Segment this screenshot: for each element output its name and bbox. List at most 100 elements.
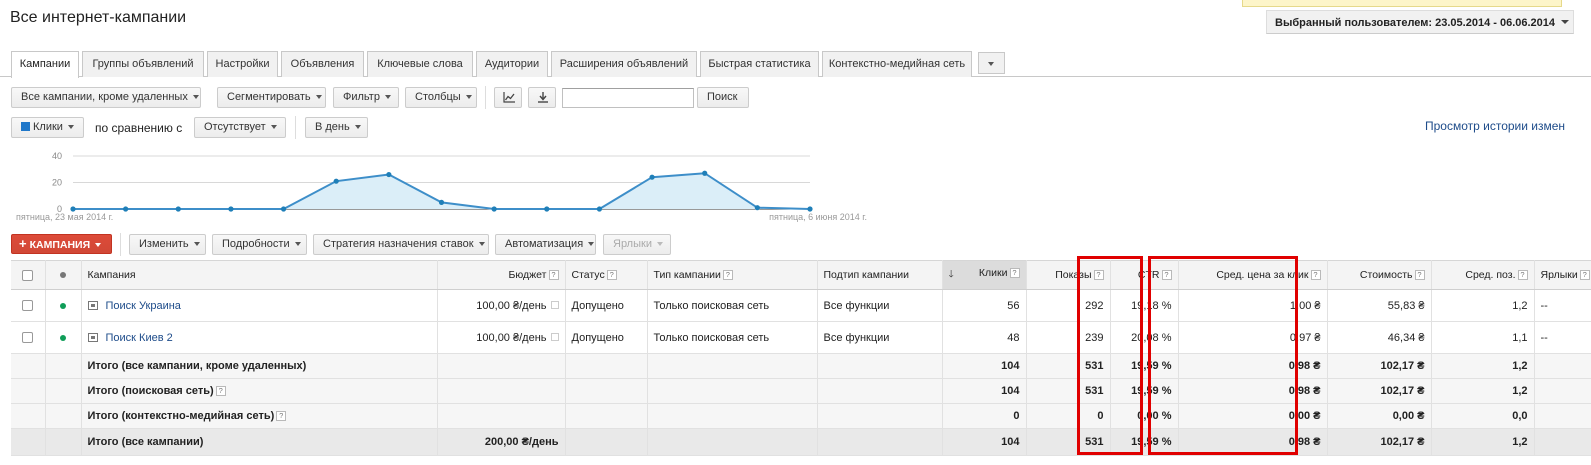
col-impressions-label: Показы xyxy=(1055,269,1092,281)
campaign-filter-label: Все кампании, кроме удаленных xyxy=(21,91,188,103)
help-icon[interactable]: ? xyxy=(1310,270,1321,280)
campaign-filter-dropdown[interactable]: Все кампании, кроме удаленных xyxy=(11,87,201,108)
details-label: Подробности xyxy=(222,238,290,250)
budget-value: 100,00 ₴/день xyxy=(476,299,547,312)
data-point[interactable] xyxy=(649,174,655,180)
chevron-down-icon xyxy=(354,125,361,130)
campaign-link[interactable]: Поиск Украина xyxy=(106,300,181,312)
total-ctr: 19,59 % xyxy=(1110,353,1179,379)
compare-dropdown[interactable]: Отсутствует xyxy=(194,117,286,138)
automate-dropdown[interactable]: Автоматизация xyxy=(495,234,596,255)
select-all-checkbox[interactable] xyxy=(22,269,34,281)
tab-ad-extensions[interactable]: Расширения объявлений xyxy=(551,51,697,77)
clicks-cell: 56 xyxy=(942,289,1027,322)
add-campaign-button[interactable]: + КАМПАНИЯ xyxy=(11,234,112,254)
download-button[interactable] xyxy=(528,87,556,108)
data-point[interactable] xyxy=(754,205,760,211)
segment-dropdown[interactable]: Сегментировать xyxy=(217,87,326,108)
total-budget: 200,00 ₴/день xyxy=(437,428,566,456)
type-cell: Только поисковая сеть xyxy=(647,289,818,322)
empty-cell xyxy=(817,428,943,456)
total-label: Итого (все кампании, кроме удаленных) xyxy=(81,353,438,379)
total-avg-pos: 1,2 xyxy=(1431,353,1535,379)
tab-display-network[interactable]: Контекстно-медийная сеть xyxy=(822,51,972,77)
metric-dropdown[interactable]: Клики xyxy=(11,117,84,138)
row-status-cell[interactable] xyxy=(45,289,82,322)
tab-ad-groups[interactable]: Группы объявлений xyxy=(82,51,204,77)
col-campaign[interactable]: Кампания xyxy=(81,260,438,290)
labels-label: Ярлыки xyxy=(613,238,652,250)
help-icon[interactable]: ? xyxy=(1161,270,1172,280)
data-point[interactable] xyxy=(807,206,813,212)
tab-keywords[interactable]: Ключевые слова xyxy=(367,51,473,77)
status-dot-header[interactable] xyxy=(45,260,82,290)
row-status-cell[interactable] xyxy=(45,321,82,354)
tab-quick-stats[interactable]: Быстрая статистика xyxy=(700,51,819,77)
y-tick-label: 40 xyxy=(52,151,62,161)
data-point[interactable] xyxy=(491,206,497,212)
date-range-picker[interactable]: Выбранный пользователем: 23.05.2014 - 06… xyxy=(1266,10,1574,34)
col-ctr[interactable]: CTR? xyxy=(1110,260,1179,290)
budget-cell[interactable]: 100,00 ₴/день xyxy=(437,321,566,354)
data-point[interactable] xyxy=(702,170,708,176)
tab-campaigns[interactable]: Кампании xyxy=(11,51,79,78)
col-cost[interactable]: Стоимость? xyxy=(1327,260,1432,290)
change-history-link[interactable]: Просмотр истории измен xyxy=(1425,119,1565,133)
col-status[interactable]: Статус? xyxy=(565,260,648,290)
data-point[interactable] xyxy=(175,206,181,212)
total-label: Итого (контекстно-медийная сеть) xyxy=(87,410,275,422)
help-icon[interactable]: ? xyxy=(1517,270,1528,280)
tab-audiences[interactable]: Аудитории xyxy=(476,51,548,77)
page-title: Все интернет-кампании xyxy=(10,9,187,26)
data-point[interactable] xyxy=(280,206,287,212)
help-icon[interactable]: ? xyxy=(1009,267,1020,278)
col-campaign-type[interactable]: Тип кампании? xyxy=(647,260,818,290)
help-icon[interactable]: ? xyxy=(1414,270,1425,280)
row-select-cell xyxy=(11,289,46,322)
row-checkbox[interactable] xyxy=(22,300,34,312)
tab-settings[interactable]: Настройки xyxy=(207,51,278,77)
help-icon[interactable]: ? xyxy=(1579,270,1590,280)
search-button[interactable]: Поиск xyxy=(697,87,749,108)
add-campaign-label: КАМПАНИЯ xyxy=(29,239,91,251)
columns-dropdown[interactable]: Столбцы xyxy=(405,87,477,108)
help-icon[interactable]: ? xyxy=(548,270,559,280)
more-tabs-button[interactable] xyxy=(978,52,1005,74)
row-checkbox[interactable] xyxy=(22,332,34,344)
data-point[interactable] xyxy=(333,178,339,184)
bid-strategy-dropdown[interactable]: Стратегия назначения ставок xyxy=(313,234,489,255)
help-icon[interactable]: ? xyxy=(722,270,733,280)
data-point[interactable] xyxy=(544,206,550,212)
budget-edit-icon[interactable] xyxy=(550,300,559,309)
tab-ads[interactable]: Объявления xyxy=(281,51,364,77)
col-campaign-subtype[interactable]: Подтип кампании xyxy=(817,260,943,290)
table-header-row: Кампания Бюджет? Статус? Тип кампании? П… xyxy=(11,260,1591,290)
campaign-link[interactable]: Поиск Киев 2 xyxy=(106,332,173,344)
col-avg-position[interactable]: Сред. поз.? xyxy=(1431,260,1535,290)
granularity-dropdown[interactable]: В день xyxy=(305,117,368,138)
data-point[interactable] xyxy=(438,199,445,205)
budget-cell[interactable]: 100,00 ₴/день xyxy=(437,289,566,322)
col-budget[interactable]: Бюджет? xyxy=(437,260,566,290)
details-dropdown[interactable]: Подробности xyxy=(212,234,307,255)
search-input[interactable] xyxy=(562,88,694,108)
empty-cell xyxy=(1534,353,1591,379)
data-point[interactable] xyxy=(123,206,129,212)
filter-dropdown[interactable]: Фильтр xyxy=(333,87,399,108)
help-icon[interactable]: ? xyxy=(1093,270,1104,280)
help-icon[interactable]: ? xyxy=(276,411,287,421)
data-point[interactable] xyxy=(386,171,392,178)
col-clicks[interactable]: 🡓 Клики? xyxy=(942,260,1027,290)
col-impressions[interactable]: Показы? xyxy=(1026,260,1111,290)
col-avg-cpc[interactable]: Сред. цена за клик? xyxy=(1178,260,1328,290)
budget-edit-icon[interactable] xyxy=(550,332,559,341)
data-point[interactable] xyxy=(70,206,76,212)
help-icon[interactable]: ? xyxy=(215,386,226,396)
edit-dropdown[interactable]: Изменить xyxy=(129,234,206,255)
chart-toggle-button[interactable] xyxy=(494,87,522,108)
data-point[interactable] xyxy=(228,206,234,212)
help-icon[interactable]: ? xyxy=(606,270,617,280)
col-labels[interactable]: Ярлыки? xyxy=(1534,260,1591,290)
data-point[interactable] xyxy=(596,206,603,212)
total-impressions: 531 xyxy=(1026,378,1111,404)
